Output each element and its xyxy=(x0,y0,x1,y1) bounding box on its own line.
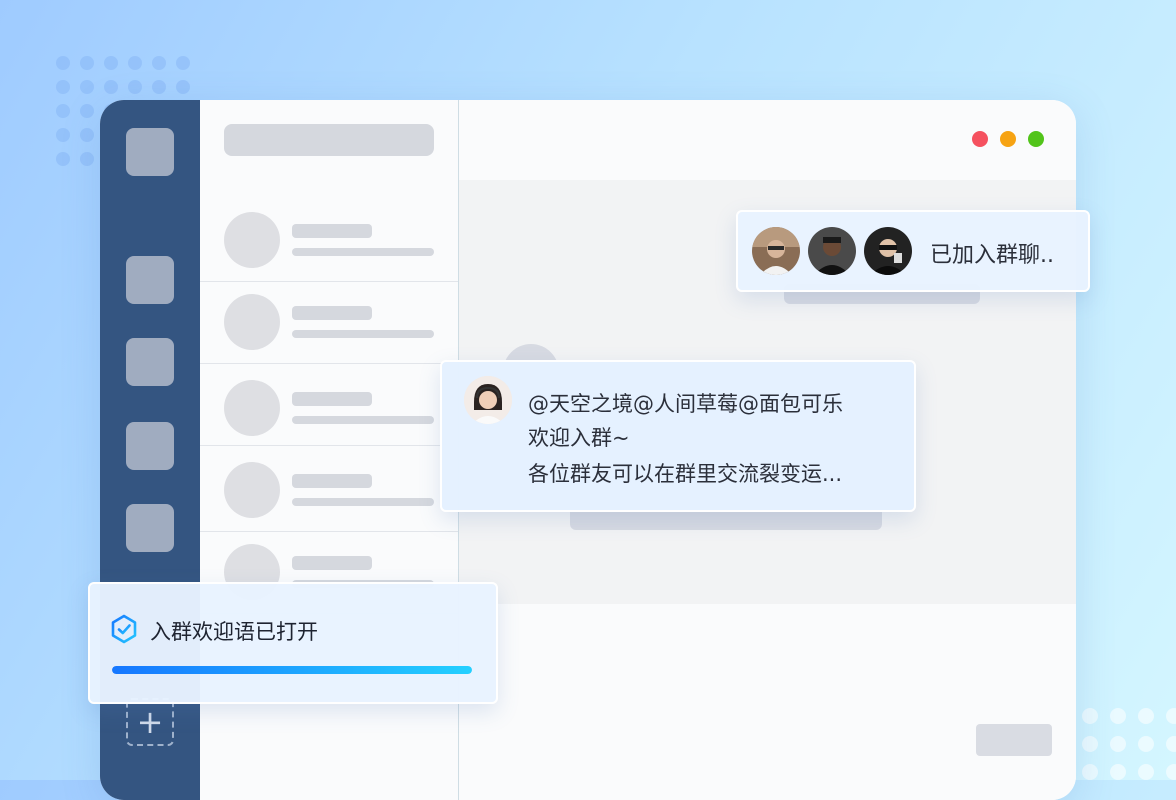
toast-text: 入群欢迎语已打开 xyxy=(150,620,318,644)
nav-app-icon[interactable] xyxy=(126,128,174,176)
avatar xyxy=(224,294,280,350)
close-dot[interactable] xyxy=(972,131,988,147)
list-item[interactable] xyxy=(200,282,458,364)
welcome-toggle-toast: 入群欢迎语已打开 xyxy=(88,582,498,704)
item-title-placeholder xyxy=(292,306,372,320)
nav-item-2[interactable] xyxy=(126,338,174,386)
item-preview-placeholder xyxy=(292,248,434,256)
minimize-dot[interactable] xyxy=(1000,131,1016,147)
nav-item-3[interactable] xyxy=(126,422,174,470)
list-item[interactable] xyxy=(200,200,458,282)
avatar xyxy=(224,212,280,268)
item-preview-placeholder xyxy=(292,416,434,424)
message-input-area[interactable] xyxy=(459,604,1076,800)
nav-item-4[interactable] xyxy=(126,504,174,552)
avatar xyxy=(224,380,280,436)
message-line: 各位群友可以在群里交流裂变运... xyxy=(528,462,843,486)
progress-fill xyxy=(112,666,472,674)
send-button[interactable] xyxy=(976,724,1052,756)
item-title-placeholder xyxy=(292,392,372,406)
progress-bar xyxy=(112,666,472,674)
add-button[interactable]: + xyxy=(126,698,174,746)
joined-text: 已加入群聊.. xyxy=(930,243,1054,268)
list-item[interactable] xyxy=(200,450,458,532)
member-avatar xyxy=(752,227,800,275)
item-preview-placeholder xyxy=(292,330,434,338)
message-line: 欢迎入群~ xyxy=(528,426,630,450)
search-input[interactable] xyxy=(224,124,434,156)
shield-check-icon xyxy=(111,614,137,644)
message-line: @天空之境@人间草莓@面包可乐 xyxy=(528,392,843,416)
item-title-placeholder xyxy=(292,556,372,570)
joined-notice: 已加入群聊.. xyxy=(736,210,1090,292)
avatar xyxy=(224,462,280,518)
plus-icon: + xyxy=(136,703,164,741)
member-avatar xyxy=(808,227,856,275)
sender-avatar xyxy=(464,376,512,424)
item-title-placeholder xyxy=(292,474,372,488)
item-title-placeholder xyxy=(292,224,372,238)
welcome-message-bubble: @天空之境@人间草莓@面包可乐 欢迎入群~ 各位群友可以在群里交流裂变运... xyxy=(440,360,916,512)
nav-item-1[interactable] xyxy=(126,256,174,304)
decorative-dots xyxy=(1082,708,1176,780)
chat-header xyxy=(459,100,1076,180)
maximize-dot[interactable] xyxy=(1028,131,1044,147)
item-preview-placeholder xyxy=(292,498,434,506)
list-item[interactable] xyxy=(200,364,458,446)
member-avatar xyxy=(864,227,912,275)
